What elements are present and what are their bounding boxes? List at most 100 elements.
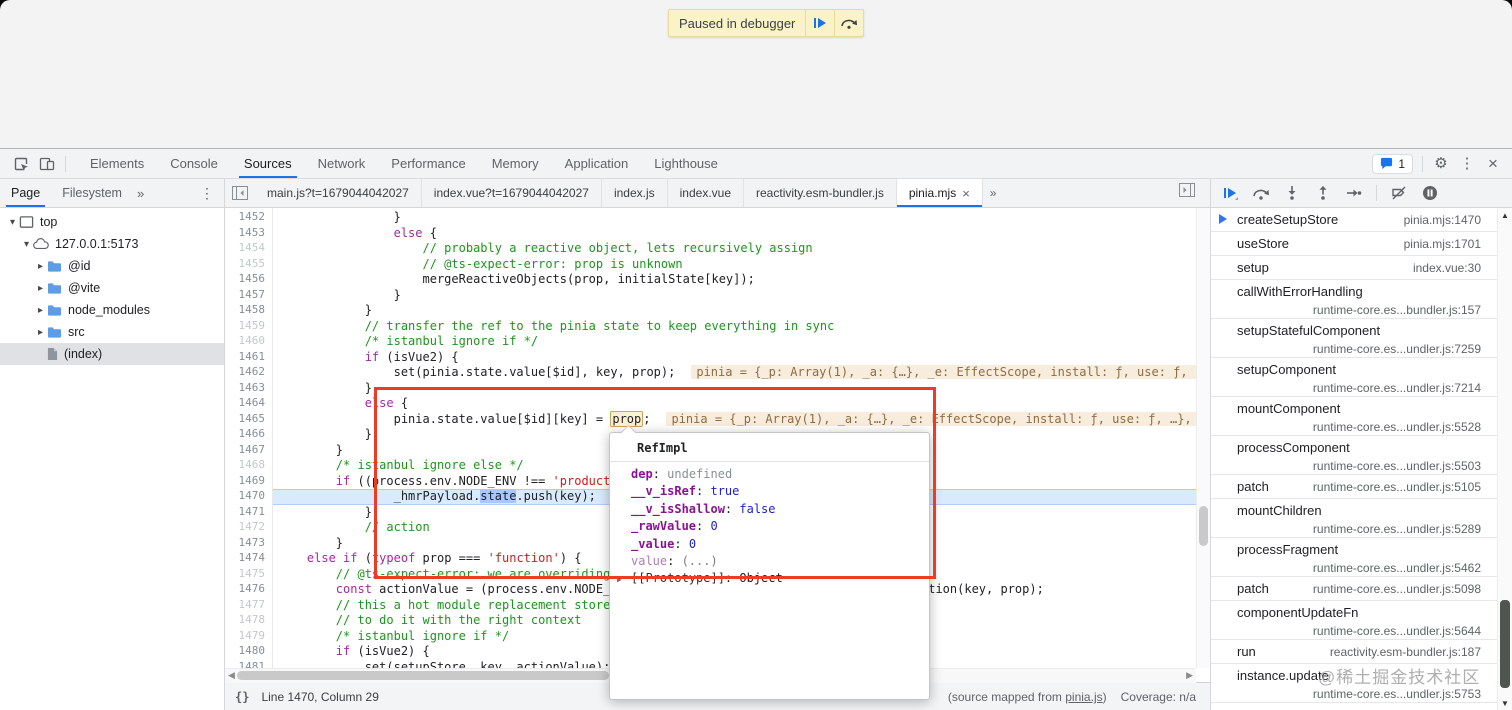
call-stack-frame[interactable]: useStore pinia.mjs:1701 — [1211, 232, 1497, 256]
line-number[interactable]: 1464 — [239, 396, 266, 412]
call-stack-frame[interactable]: processFragment runtime-core.es...undler.… — [1211, 538, 1497, 577]
navigator-tabs-overflow-icon[interactable]: » — [133, 186, 148, 201]
deactivate-breakpoints-button[interactable] — [1390, 184, 1408, 202]
line-number[interactable]: 1465 — [239, 412, 266, 428]
tab-elements[interactable]: Elements — [77, 149, 157, 178]
object-property[interactable]: _rawValue: 0 — [610, 519, 929, 536]
line-number[interactable]: 1470 — [239, 489, 266, 505]
caret-down-icon[interactable]: ▾ — [6, 217, 19, 228]
tree-item-nodemodules[interactable]: ▸ node_modules — [0, 299, 224, 321]
code-line[interactable]: } — [278, 427, 372, 443]
scroll-right-icon[interactable]: ▶ — [1186, 670, 1193, 681]
tree-item-src[interactable]: ▸ src — [0, 321, 224, 343]
pretty-print-icon[interactable]: {} — [235, 690, 249, 704]
horizontal-scroll-thumb[interactable] — [237, 671, 609, 680]
object-property[interactable]: __v_isShallow: false — [610, 502, 929, 519]
hide-navigator-icon[interactable] — [225, 186, 255, 200]
close-tab-icon[interactable]: × — [962, 186, 970, 201]
scroll-down-icon[interactable]: ▼ — [1498, 699, 1512, 708]
line-number[interactable]: 1452 — [239, 210, 266, 226]
call-stack-frame[interactable]: mountChildren runtime-core.es...undler.js… — [1211, 499, 1497, 538]
tree-item-index[interactable]: (index) — [0, 343, 224, 365]
caret-right-icon[interactable]: ▸ — [34, 283, 47, 294]
call-stack-frame[interactable]: patch runtime-core.es...undler.js:5098 — [1211, 577, 1497, 601]
object-property[interactable]: __v_isRef: true — [610, 484, 929, 501]
call-stack-frame[interactable]: run reactivity.esm-bundler.js:187 — [1211, 640, 1497, 664]
code-line[interactable]: } — [278, 443, 343, 459]
line-number[interactable]: 1454 — [239, 241, 266, 257]
line-number[interactable]: 1471 — [239, 505, 266, 521]
file-tab-index.js[interactable]: index.js — [602, 179, 668, 207]
mapped-file-link[interactable]: pinia.js — [1065, 690, 1102, 704]
code-line[interactable]: } — [278, 381, 372, 397]
call-stack-frame[interactable]: patch runtime-core.es...undler.js:5105 — [1211, 475, 1497, 499]
tab-memory[interactable]: Memory — [479, 149, 552, 178]
line-number[interactable]: 1476 — [239, 582, 266, 598]
code-line[interactable]: } — [278, 536, 343, 552]
object-property[interactable]: value: (...) — [610, 554, 929, 571]
scroll-left-icon[interactable]: ◀ — [228, 670, 235, 681]
code-line[interactable]: /* istanbul ignore else */ — [278, 458, 524, 474]
line-number[interactable]: 1467 — [239, 443, 266, 459]
file-tab-main.js[interactable]: main.js?t=1679044042027 — [255, 179, 422, 207]
line-number[interactable]: 1453 — [239, 226, 266, 242]
step-into-button[interactable] — [1283, 184, 1301, 202]
call-stack-frame[interactable]: callWithErrorHandling runtime-core.es...b… — [1211, 280, 1497, 319]
line-number[interactable]: 1473 — [239, 536, 266, 552]
navigator-menu-icon[interactable]: ⋮ — [190, 185, 224, 202]
inspect-element-icon[interactable] — [8, 152, 34, 176]
line-number[interactable]: 1468 — [239, 458, 266, 474]
caret-right-icon[interactable]: ▸ — [34, 261, 47, 272]
call-stack-frame[interactable]: setup index.vue:30 — [1211, 256, 1497, 280]
line-number[interactable]: 1456 — [239, 272, 266, 288]
code-line[interactable]: pinia.state.value[$id][key] = prop; pinia… — [278, 410, 1196, 428]
step-out-button[interactable] — [1314, 184, 1332, 202]
file-tabs-overflow-icon[interactable]: » — [983, 186, 1004, 200]
more-options-icon[interactable]: ⋮ — [1454, 152, 1480, 176]
call-stack-frame[interactable]: mountComponent runtime-core.es...undler.j… — [1211, 397, 1497, 436]
line-number[interactable]: 1469 — [239, 474, 266, 490]
code-line[interactable]: /* istanbul ignore if */ — [278, 334, 538, 350]
tree-item-@id[interactable]: ▸ @id — [0, 255, 224, 277]
line-number[interactable]: 1479 — [239, 629, 266, 645]
caret-down-icon[interactable]: ▾ — [20, 239, 33, 250]
code-line[interactable]: } — [278, 210, 401, 226]
close-devtools-icon[interactable]: × — [1480, 152, 1506, 176]
code-line[interactable]: _hmrPayload.state.push(key); — [278, 489, 596, 505]
editor-scrollbar[interactable] — [1196, 208, 1210, 668]
hovered-variable[interactable]: prop — [610, 410, 644, 427]
call-stack-frame[interactable]: createSetupStore pinia.mjs:1470 — [1211, 208, 1497, 232]
file-tab-index.vue[interactable]: index.vue — [668, 179, 745, 207]
line-number[interactable]: 1480 — [239, 644, 266, 660]
code-line[interactable]: // to do it with the right context — [278, 613, 582, 629]
line-number[interactable]: 1457 — [239, 288, 266, 304]
resume-script-button[interactable] — [806, 10, 834, 36]
step-button[interactable] — [1345, 184, 1363, 202]
scroll-up-icon[interactable]: ▲ — [1498, 211, 1512, 220]
call-stack-frame[interactable]: setupComponent runtime-core.es...undler.j… — [1211, 358, 1497, 397]
line-number[interactable]: 1455 — [239, 257, 266, 273]
device-toolbar-icon[interactable] — [34, 152, 60, 176]
code-line[interactable]: /* istanbul ignore if */ — [278, 629, 509, 645]
line-number[interactable]: 1461 — [239, 350, 266, 366]
line-number[interactable]: 1472 — [239, 520, 266, 536]
code-line[interactable]: // transfer the ref to the pinia state t… — [278, 319, 835, 335]
code-line[interactable]: // action — [278, 520, 430, 536]
step-over-button[interactable] — [834, 10, 863, 36]
pause-on-exceptions-button[interactable] — [1421, 184, 1439, 202]
code-line[interactable]: else if (typeof prop === 'function') { — [278, 551, 582, 567]
line-number[interactable]: 1463 — [239, 381, 266, 397]
line-number[interactable]: 1460 — [239, 334, 266, 350]
issues-badge[interactable]: 1 — [1372, 153, 1413, 174]
caret-right-icon[interactable]: ▸ — [34, 305, 47, 316]
caret-right-icon[interactable]: ▸ — [34, 327, 47, 338]
line-number[interactable]: 1478 — [239, 613, 266, 629]
tab-application[interactable]: Application — [552, 149, 642, 178]
tab-sources[interactable]: Sources — [231, 149, 305, 178]
file-tab-index.vue[interactable]: index.vue?t=1679044042027 — [422, 179, 602, 207]
settings-gear-icon[interactable]: ⚙ — [1428, 152, 1454, 176]
file-tab-reactivity.esm-bundler.js[interactable]: reactivity.esm-bundler.js — [744, 179, 897, 207]
tab-network[interactable]: Network — [305, 149, 379, 178]
line-number[interactable]: 1474 — [239, 551, 266, 567]
selected-token[interactable]: state — [480, 489, 517, 503]
